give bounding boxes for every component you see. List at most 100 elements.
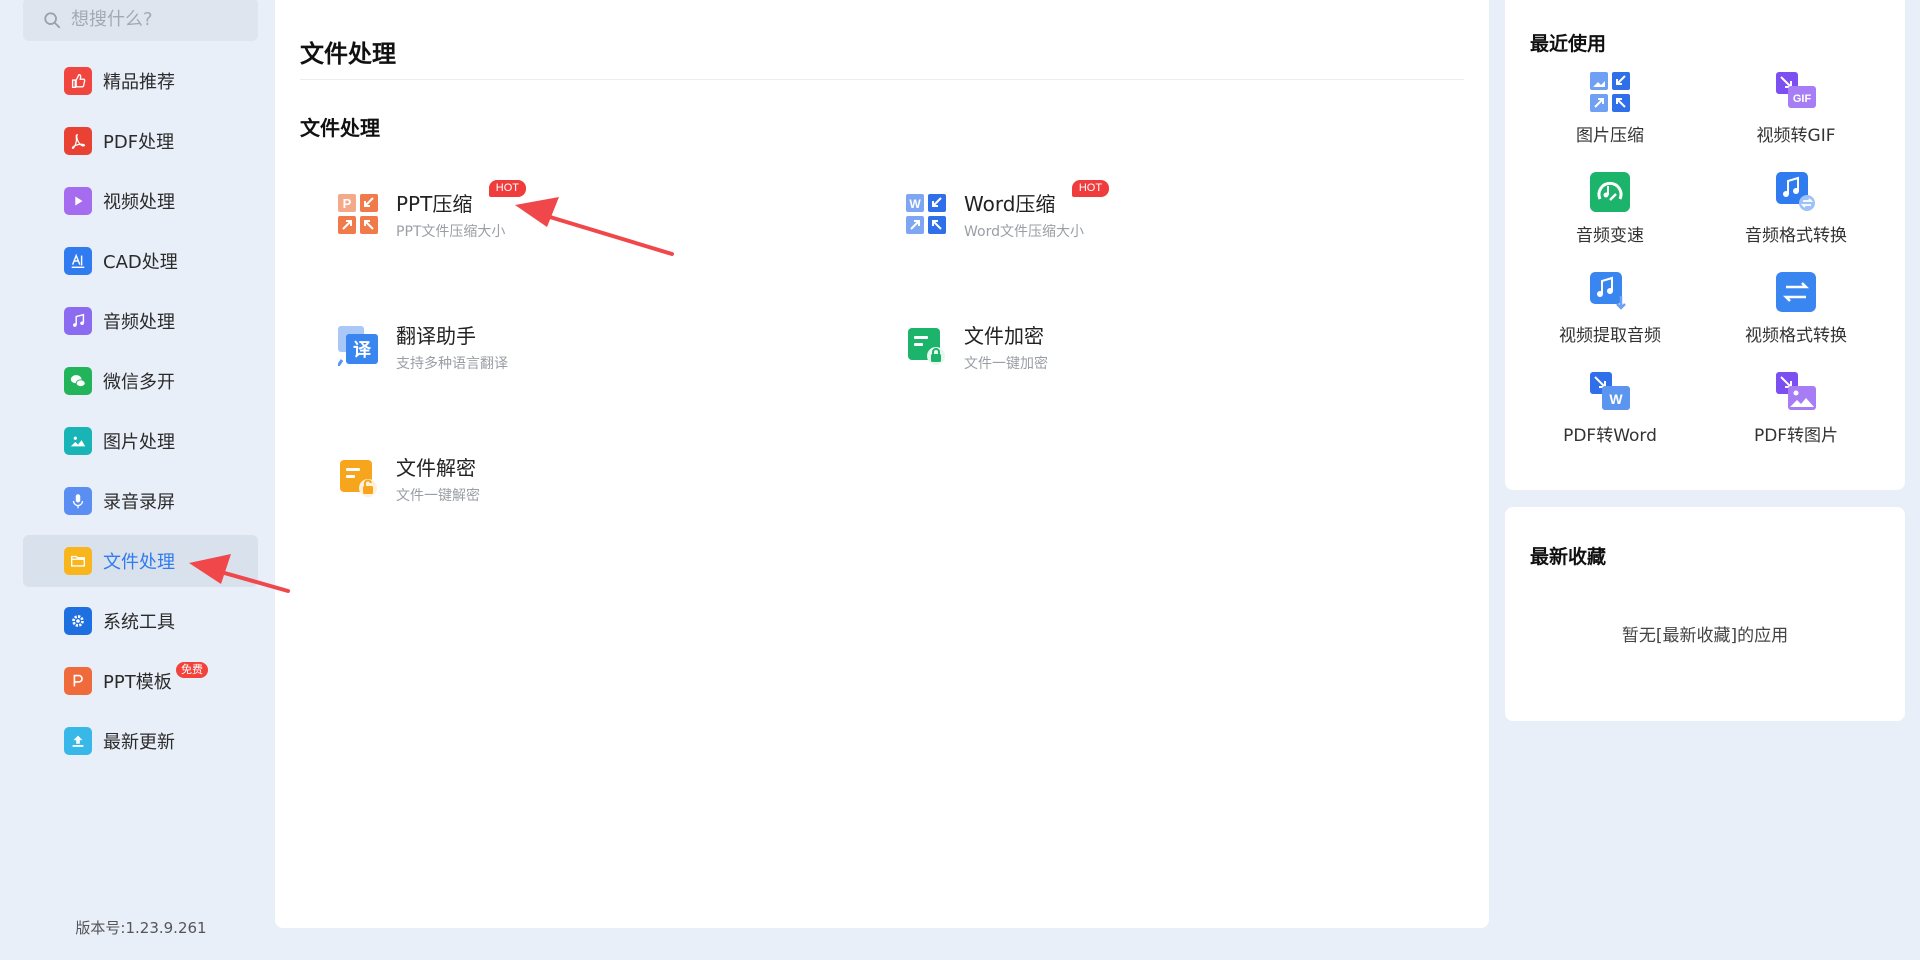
tool-text: 翻译助手 支持多种语言翻译 xyxy=(396,320,508,373)
favorites-title: 最新收藏 xyxy=(1530,546,1607,568)
pdf-to-word-icon: W xyxy=(1590,372,1630,410)
recent-item-video-extract-audio[interactable]: 视频提取音频 xyxy=(1517,272,1703,362)
sidebar-nav: 精品推荐 PDF处理 视频处理 CAD处理 音频处理 微信多开 图片处理 录音录… xyxy=(23,55,258,775)
folder-icon xyxy=(64,547,92,575)
audio-convert-icon xyxy=(1776,172,1815,211)
svg-text:GIF: GIF xyxy=(1793,93,1812,105)
sidebar-item-label: 最新更新 xyxy=(103,732,175,753)
recent-item-video-to-gif[interactable]: GIF 视频转GIF xyxy=(1703,72,1889,162)
ppt-icon xyxy=(64,667,92,695)
svg-text:译: 译 xyxy=(353,340,372,361)
image-compress-icon xyxy=(1590,72,1630,112)
tool-file-decrypt[interactable]: 文件解密 文件一键解密 xyxy=(338,438,818,518)
tool-desc: 文件一键加密 xyxy=(964,355,1048,372)
tool-word-compress[interactable]: W Word压缩 HOT Word文件压缩大小 xyxy=(906,174,1386,254)
video-to-gif-icon: GIF xyxy=(1776,72,1816,108)
svg-text:W: W xyxy=(909,197,921,211)
tool-title: 文件解密 xyxy=(396,455,476,480)
recent-item-video-convert[interactable]: 视频格式转换 xyxy=(1703,272,1889,362)
wechat-icon xyxy=(64,367,92,395)
tool-translate[interactable]: 译 翻译助手 支持多种语言翻译 xyxy=(338,306,818,386)
divider xyxy=(300,79,1464,80)
recent-item-label: 音频格式转换 xyxy=(1745,226,1847,246)
recent-item-label: PDF转图片 xyxy=(1753,426,1839,446)
recent-item-label: PDF转Word xyxy=(1563,426,1657,446)
favorites-panel: 最新收藏 暂无[最新收藏]的应用 xyxy=(1505,507,1905,721)
tool-title: 文件加密 xyxy=(964,323,1044,348)
page-title: 文件处理 xyxy=(300,40,396,68)
sidebar-item-system[interactable]: 系统工具 xyxy=(23,595,258,647)
pdf-to-image-icon xyxy=(1776,372,1816,410)
sidebar-item-pdf[interactable]: PDF处理 xyxy=(23,115,258,167)
tool-desc: 文件一键解密 xyxy=(396,487,480,504)
sidebar-item-cad[interactable]: CAD处理 xyxy=(23,235,258,287)
sidebar-item-label: 精品推荐 xyxy=(103,72,175,93)
recent-item-label: 图片压缩 xyxy=(1576,126,1644,146)
sidebar-item-recommended[interactable]: 精品推荐 xyxy=(23,55,258,107)
svg-text:P: P xyxy=(343,196,352,211)
recent-item-pdf-to-word[interactable]: W PDF转Word xyxy=(1517,372,1703,462)
sidebar-item-label: PDF处理 xyxy=(103,132,175,153)
ppt-compress-icon: P xyxy=(338,194,378,234)
sidebar-item-audio[interactable]: 音频处理 xyxy=(23,295,258,347)
recent-item-pdf-to-image[interactable]: PDF转图片 xyxy=(1703,372,1889,462)
tool-title: Word压缩 xyxy=(964,191,1056,216)
sidebar: 精品推荐 PDF处理 视频处理 CAD处理 xyxy=(0,0,275,960)
sidebar-item-label: CAD处理 xyxy=(103,252,178,273)
pdf-icon xyxy=(64,127,92,155)
free-badge: 免费 xyxy=(176,662,208,678)
sidebar-item-video[interactable]: 视频处理 xyxy=(23,175,258,227)
tool-text: 文件解密 文件一键解密 xyxy=(396,452,480,505)
tool-text: PPT压缩 HOT PPT文件压缩大小 xyxy=(396,179,527,241)
recent-item-label: 音频变速 xyxy=(1576,226,1644,246)
sidebar-item-file[interactable]: 文件处理 xyxy=(23,535,258,587)
cad-icon xyxy=(64,247,92,275)
microphone-icon xyxy=(64,487,92,515)
section-title: 文件处理 xyxy=(300,116,380,140)
recent-item-image-compress[interactable]: 图片压缩 xyxy=(1517,72,1703,162)
upload-icon xyxy=(64,727,92,755)
svg-text:W: W xyxy=(1609,391,1623,407)
recent-item-audio-convert[interactable]: 音频格式转换 xyxy=(1703,172,1889,262)
video-convert-icon xyxy=(1776,272,1816,312)
tool-desc: 支持多种语言翻译 xyxy=(396,355,508,372)
sidebar-item-label: 微信多开 xyxy=(103,372,175,393)
tool-ppt-compress[interactable]: P PPT压缩 HOT PPT文件压缩大小 xyxy=(338,174,818,254)
audio-speed-icon xyxy=(1590,172,1630,212)
tool-title: 翻译助手 xyxy=(396,323,476,348)
sidebar-item-image[interactable]: 图片处理 xyxy=(23,415,258,467)
tool-text: 文件加密 文件一键加密 xyxy=(964,320,1048,373)
tool-text: Word压缩 HOT Word文件压缩大小 xyxy=(964,179,1110,241)
translate-icon: 译 xyxy=(338,326,378,366)
sidebar-item-wechat[interactable]: 微信多开 xyxy=(23,355,258,407)
file-decrypt-icon xyxy=(340,460,377,497)
search-icon xyxy=(44,11,61,28)
recent-title: 最近使用 xyxy=(1530,33,1607,55)
sidebar-item-label: 图片处理 xyxy=(103,432,175,453)
sidebar-item-label: PPT模板 xyxy=(103,672,172,693)
video-extract-audio-icon xyxy=(1590,272,1626,310)
tool-file-encrypt[interactable]: 文件加密 文件一键加密 xyxy=(906,306,1386,386)
word-compress-icon: W xyxy=(906,194,946,234)
play-icon xyxy=(64,187,92,215)
gear-icon xyxy=(64,607,92,635)
search-box[interactable] xyxy=(23,0,258,41)
sidebar-item-label: 录音录屏 xyxy=(103,492,175,513)
sidebar-item-label: 系统工具 xyxy=(103,612,175,633)
sidebar-item-record[interactable]: 录音录屏 xyxy=(23,475,258,527)
search-input[interactable] xyxy=(71,9,241,30)
music-note-icon xyxy=(64,307,92,335)
app-window: 精品推荐 PDF处理 视频处理 CAD处理 xyxy=(0,0,1920,960)
recent-item-audio-speed[interactable]: 音频变速 xyxy=(1517,172,1703,262)
tool-title: PPT压缩 xyxy=(396,191,473,216)
thumbs-up-icon xyxy=(64,67,92,95)
recent-panel: 最近使用 图片压缩 GIF 视频转GIF 音频变速 音频格式转换 视频提取音频 … xyxy=(1505,0,1905,490)
main-panel: 文件处理 文件处理 P PPT压缩 HOT PPT文件压缩大小 W Word压缩… xyxy=(275,0,1489,928)
image-icon xyxy=(64,427,92,455)
hot-badge: HOT xyxy=(1071,179,1110,197)
sidebar-item-ppt-template[interactable]: PPT模板 免费 xyxy=(23,655,258,707)
sidebar-item-updates[interactable]: 最新更新 xyxy=(23,715,258,767)
recent-item-label: 视频格式转换 xyxy=(1745,326,1847,346)
favorites-empty-text: 暂无[最新收藏]的应用 xyxy=(1621,626,1789,646)
recent-item-label: 视频转GIF xyxy=(1756,126,1836,146)
